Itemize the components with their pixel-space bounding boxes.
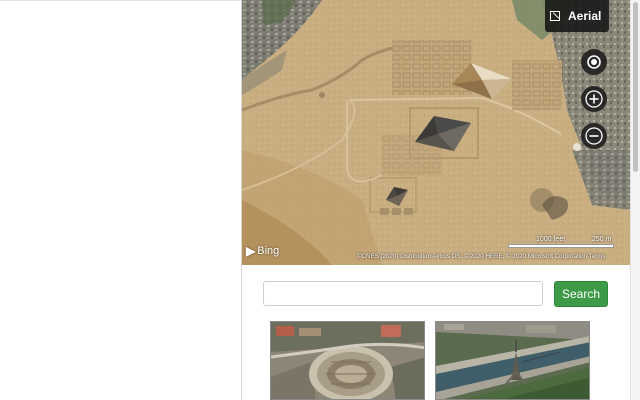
bing-logo[interactable]: ▶ Bing (246, 244, 279, 258)
map-style-label: Aerial (568, 9, 602, 23)
empty-page-area (0, 0, 241, 400)
scale-bar-line (508, 244, 614, 248)
satellite-imagery (242, 0, 630, 265)
plus-icon (585, 90, 603, 108)
search-button[interactable]: Search (554, 281, 608, 307)
colosseum-thumbnail[interactable] (270, 321, 425, 400)
scrollbar-thumb[interactable] (633, 2, 638, 172)
minus-icon (585, 127, 603, 145)
colosseum-aerial-image (271, 322, 424, 399)
search-input[interactable] (263, 281, 543, 306)
browser-page: Aerial ▶ Bing 1000 feet 250 m ©CNES (202… (0, 0, 640, 400)
zoom-out-button[interactable] (581, 123, 607, 149)
map-scale-bar: 1000 feet 250 m (508, 236, 614, 248)
bing-logo-text: Bing (257, 245, 280, 257)
locate-me-button[interactable] (581, 49, 607, 75)
map-style-aerial-button[interactable]: Aerial (545, 0, 609, 32)
eiffel-tower-thumbnail[interactable] (435, 321, 590, 400)
eiffel-tower-aerial-image (436, 322, 589, 399)
zoom-in-button[interactable] (581, 86, 607, 112)
aerial-map[interactable]: Aerial ▶ Bing 1000 feet 250 m ©CNES (202… (242, 0, 630, 265)
bing-b-icon: ▶ (246, 244, 256, 258)
map-copyright[interactable]: ©CNES (2020) Distribution Airbus DS, © 2… (357, 253, 629, 260)
scale-label-metric: 250 m (592, 236, 612, 243)
search-bar: Search (242, 265, 630, 315)
map-panel: Aerial ▶ Bing 1000 feet 250 m ©CNES (202… (241, 0, 630, 400)
scale-label-feet: 1000 feet (536, 236, 566, 243)
locate-target-icon (587, 55, 601, 69)
page-scrollbar[interactable] (630, 0, 640, 400)
aerial-map-icon (550, 11, 560, 21)
